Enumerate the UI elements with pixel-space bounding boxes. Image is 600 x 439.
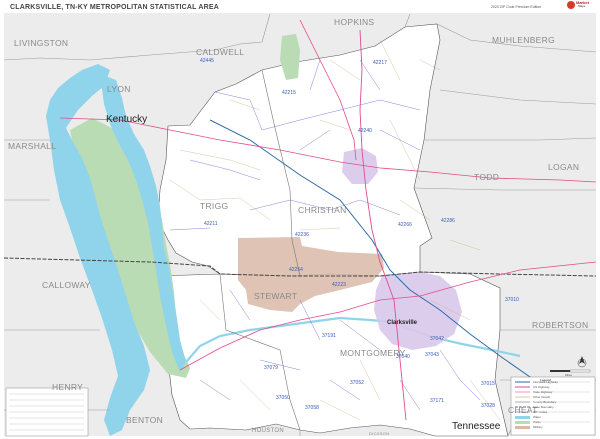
legend-item: State Highway [533,390,553,394]
zip-label: 42211 [204,221,218,227]
legend-item: ZIP Codes [533,410,548,414]
legend-item: Interstate Highway [533,380,558,384]
logo-line-2: Maps [578,4,586,8]
logo-icon: Market Maps [566,0,594,11]
legend-item: County Boundary [533,400,557,404]
zip-label: 37191 [322,333,336,339]
zip-label: 42266 [398,222,412,228]
zip-label: 37050 [276,395,290,401]
county-label-todd: TODD [474,172,500,182]
map-subtitle: 2020 ZIP Code Premium Edition [491,5,542,9]
county-label-caldwell: CALDWELL [196,47,245,57]
zip-label: 37043 [425,352,439,358]
title-bar: CLARKSVILLE, TN-KY METROPOLITAN STATISTI… [4,3,596,13]
county-label-calloway: CALLOWAY [42,280,91,290]
zip-label: 42254 [289,267,303,273]
zip-label: 42236 [295,232,309,238]
map-svg [3,13,597,437]
map-canvas: CLARKSVILLE, TN-KY METROPOLITAN STATISTI… [0,0,600,439]
zip-label: 37015 [481,381,495,387]
state-label-kentucky: Kentucky [106,114,148,125]
county-label-lyon: LYON [107,84,131,94]
legend-item: US Highway [533,385,550,389]
county-label-robertson: ROBERTSON [532,320,589,330]
county-label-muhlenberg: MUHLENBERG [492,35,555,45]
zip-label: 37052 [350,380,364,386]
legend-item: Military [533,425,543,429]
state-label-tennessee: Tennessee [452,421,501,432]
legend-item: State Boundary [533,405,554,409]
legend-item: Water [533,415,541,419]
county-label-marshall: MARSHALL [8,141,57,151]
zip-label: 37040 [396,354,410,360]
county-label-logan: LOGAN [548,162,580,172]
zip-label: 42445 [200,58,214,64]
county-label-benton: BENTON [126,415,164,425]
zip-label: 37010 [505,297,519,303]
zip-label: 37028 [481,403,495,409]
county-label-dickson: DICKSON [369,431,390,436]
legend-item: Other Roads [533,395,551,399]
county-label-stewart: STEWART [254,291,298,301]
legend-item: Parks [533,420,541,424]
county-label-houston: HOUSTON [252,428,284,434]
map-title: CLARKSVILLE, TN-KY METROPOLITAN STATISTI… [10,4,219,11]
city-label-clarksville: Clarksville [387,320,418,326]
zip-label: 42286 [441,218,455,224]
zip-label: 37079 [264,365,278,371]
county-label-trigg: TRIGG [200,201,229,211]
zip-label: 42240 [358,128,372,134]
zip-label: 42217 [373,60,387,66]
zip-label: 42215 [282,90,296,96]
scale-bar [550,369,591,373]
logo-mark [567,1,575,9]
zip-label: 37042 [430,336,444,342]
county-label-christian: CHRISTIAN [298,205,347,215]
county-label-hopkins: HOPKINS [334,17,375,27]
county-label-livingston: LIVINGSTON [14,38,69,48]
scale-label: Miles [565,373,573,377]
zip-label: 37058 [305,405,319,411]
county-label-henry: HENRY [52,382,84,392]
zip-label: 37171 [430,398,444,404]
zip-label: 42223 [332,282,346,288]
